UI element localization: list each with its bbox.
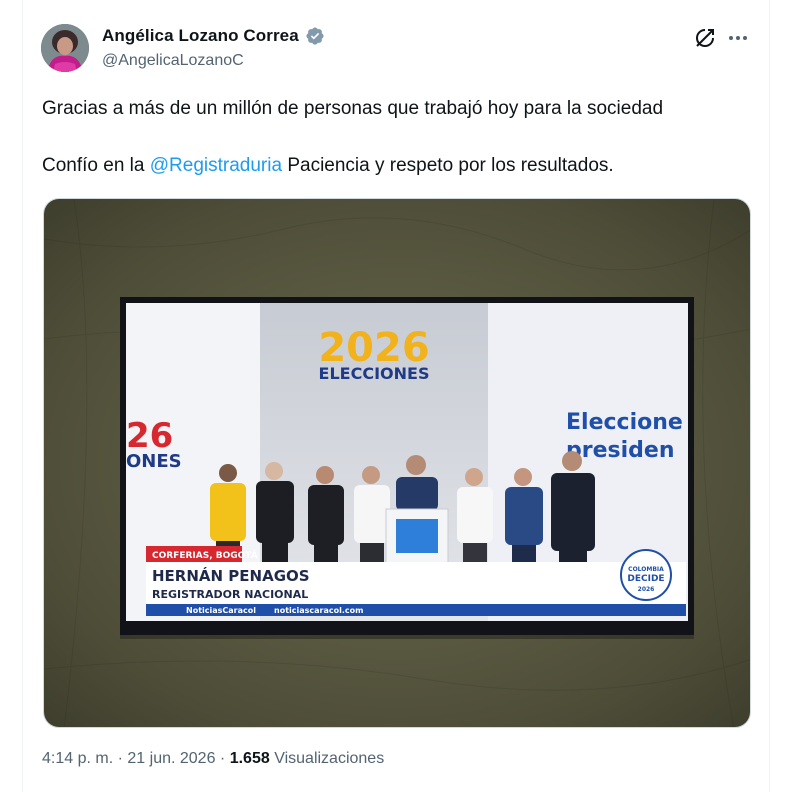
logo-word: ELECCIONES	[319, 364, 430, 383]
tweet-text: Gracias a más de un millón de personas q…	[42, 95, 762, 179]
left-logo-year: 26	[126, 416, 173, 456]
meta-separator: ·	[117, 750, 123, 767]
verified-badge-icon[interactable]	[305, 26, 325, 46]
tweet-time[interactable]: 4:14 p. m.	[42, 750, 113, 767]
left-logo-word: ONES	[126, 451, 182, 472]
badge-line1: COLOMBIA	[628, 566, 664, 573]
right-panel-line2: presiden	[566, 438, 675, 463]
tweet-date[interactable]: 21 jun. 2026	[127, 750, 215, 767]
tweet-card: Angélica Lozano Correa @AngelicaLozanoC …	[22, 0, 770, 792]
elecciones-logo: 2026 ELECCIONES	[318, 325, 429, 383]
views-count: 1.658	[229, 750, 270, 767]
author-handle[interactable]: @AngelicaLozanoC	[102, 52, 244, 70]
tweet-photo[interactable]: 2026 ELECCIONES 26 ONES Eleccione presid…	[43, 198, 751, 728]
more-dots-icon[interactable]	[726, 26, 750, 50]
meta-separator-2: ·	[219, 750, 226, 767]
tweet-line-1: Gracias a más de un millón de personas q…	[42, 98, 664, 119]
avatar[interactable]	[41, 24, 89, 72]
views-label: Visualizaciones	[274, 750, 385, 767]
badge-line2: DECIDE	[627, 574, 664, 584]
right-panel-line1: Eleccione	[566, 410, 683, 435]
lower-third-title: REGISTRADOR NACIONAL	[152, 588, 308, 601]
tweet-meta: 4:14 p. m. · 21 jun. 2026 · 1.658 Visual…	[42, 750, 384, 768]
location-tag: CORFERIAS, BOGOTÁ	[152, 549, 258, 561]
author-name[interactable]: Angélica Lozano Correa	[102, 26, 299, 46]
author-row: Angélica Lozano Correa	[102, 26, 325, 46]
mention-link[interactable]: @Registraduria	[150, 155, 282, 176]
ticker-brand: NoticiasCaracol	[186, 606, 256, 615]
tweet-line-2: Confío en la @Registraduria Paciencia y …	[42, 152, 762, 179]
grok-icon[interactable]	[693, 26, 717, 50]
badge-year: 2026	[638, 586, 655, 593]
ticker-url: noticiascaracol.com	[274, 606, 363, 615]
tweet-line-2-start: Confío en la	[42, 155, 150, 176]
tweet-line-2-end: Paciencia y respeto por los resultados.	[282, 155, 614, 176]
lower-third-name: HERNÁN PENAGOS	[152, 566, 310, 585]
